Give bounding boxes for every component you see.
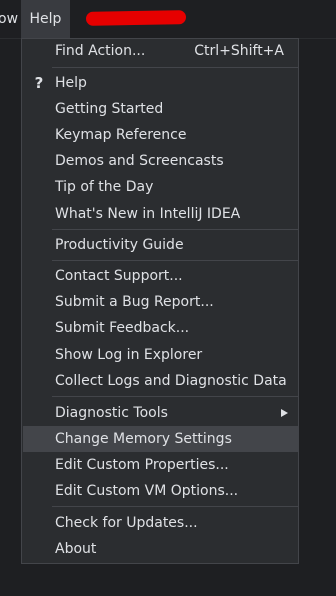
menu-separator xyxy=(52,506,298,507)
menu-item-label: Productivity Guide xyxy=(55,237,184,253)
menu-item-find-action[interactable]: Find Action... Ctrl+Shift+A xyxy=(23,38,298,64)
menu-item-help[interactable]: ? Help xyxy=(23,70,298,96)
menu-item-label: Show Log in Explorer xyxy=(55,347,203,363)
menu-item-label: Find Action... xyxy=(55,43,146,59)
menu-item-show-log[interactable]: Show Log in Explorer xyxy=(23,342,298,368)
menu-separator xyxy=(52,396,298,397)
menu-item-label: Demos and Screencasts xyxy=(55,153,224,169)
menu-item-label: Tip of the Day xyxy=(55,179,154,195)
menu-item-keymap-reference[interactable]: Keymap Reference xyxy=(23,122,298,148)
menu-item-label: Diagnostic Tools xyxy=(55,405,168,421)
menu-item-demos-screencasts[interactable]: Demos and Screencasts xyxy=(23,148,298,174)
menu-item-edit-custom-vm-options[interactable]: Edit Custom VM Options... xyxy=(23,478,298,504)
menu-window[interactable]: ow xyxy=(0,0,18,38)
menu-item-diagnostic-tools[interactable]: Diagnostic Tools xyxy=(23,400,298,426)
menu-item-label: Submit a Bug Report... xyxy=(55,294,214,310)
help-icon: ? xyxy=(34,74,44,92)
menu-item-label: Edit Custom VM Options... xyxy=(55,483,239,499)
menu-item-tip-of-the-day[interactable]: Tip of the Day xyxy=(23,174,298,200)
menu-item-submit-bug-report[interactable]: Submit a Bug Report... xyxy=(23,289,298,315)
menu-item-label: Change Memory Settings xyxy=(55,431,232,447)
help-menu-dropdown: Find Action... Ctrl+Shift+A ? Help Getti… xyxy=(21,38,299,564)
shortcut-label: Ctrl+Shift+A xyxy=(194,43,284,59)
menu-item-label: What's New in IntelliJ IDEA xyxy=(55,206,241,222)
menu-item-edit-custom-properties[interactable]: Edit Custom Properties... xyxy=(23,452,298,478)
menu-item-label: About xyxy=(55,541,97,557)
menu-item-label: Contact Support... xyxy=(55,268,183,284)
menu-item-about[interactable]: About xyxy=(23,536,298,562)
menu-separator xyxy=(52,67,298,68)
redaction-mark xyxy=(85,10,187,26)
menu-item-contact-support[interactable]: Contact Support... xyxy=(23,263,298,289)
menu-item-label: Keymap Reference xyxy=(55,127,187,143)
menu-item-change-memory-settings[interactable]: Change Memory Settings xyxy=(23,426,298,452)
menu-item-submit-feedback[interactable]: Submit Feedback... xyxy=(23,315,298,341)
menu-item-productivity-guide[interactable]: Productivity Guide xyxy=(23,232,298,258)
menu-help[interactable]: Help xyxy=(21,0,70,38)
menu-item-check-for-updates[interactable]: Check for Updates... xyxy=(23,510,298,536)
menu-item-label: Collect Logs and Diagnostic Data xyxy=(55,373,287,389)
menu-separator xyxy=(52,260,298,261)
menu-item-collect-logs[interactable]: Collect Logs and Diagnostic Data xyxy=(23,368,298,394)
menu-item-label: Submit Feedback... xyxy=(55,320,190,336)
submenu-arrow-icon xyxy=(281,409,288,417)
menu-bar: ow Help xyxy=(0,0,336,39)
menu-item-label: Help xyxy=(55,75,87,91)
menu-item-label: Edit Custom Properties... xyxy=(55,457,229,473)
menu-item-whats-new[interactable]: What's New in IntelliJ IDEA xyxy=(23,201,298,227)
menu-item-label: Getting Started xyxy=(55,101,164,117)
menu-item-label: Check for Updates... xyxy=(55,515,198,531)
menu-item-getting-started[interactable]: Getting Started xyxy=(23,96,298,122)
menu-separator xyxy=(52,229,298,230)
